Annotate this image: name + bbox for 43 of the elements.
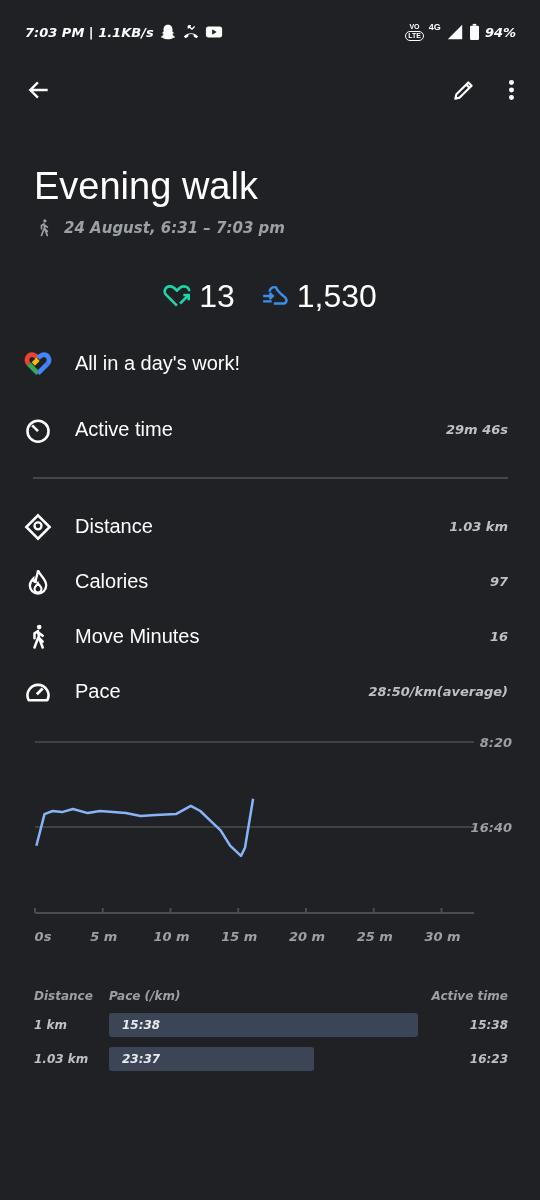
pace-bar: 15:38 [109, 1013, 418, 1037]
signal-icon [445, 23, 464, 41]
x-axis-label: 10 m [153, 929, 190, 943]
activity-date-time: 24 August, 6:31 – 7:03 pm [64, 219, 285, 237]
steps-value: 1,530 [296, 277, 377, 315]
battery-icon [468, 23, 480, 41]
x-axis-label: 15 m [221, 929, 258, 943]
x-axis-label: 0s [34, 929, 52, 943]
column-header: Active time [430, 989, 508, 1003]
battery-percent: 94% [484, 24, 516, 40]
multicolor-heart-icon [24, 349, 52, 378]
pace-bar: 23:37 [109, 1047, 314, 1071]
location-diamond-icon [24, 512, 52, 541]
metric-value: 1.03 km [449, 519, 508, 534]
metric-value: 16 [489, 629, 508, 644]
x-axis-label: 5 m [90, 929, 118, 943]
more-options-icon[interactable] [507, 77, 516, 103]
status-time: 7:03 PM | 1.1KB/s [25, 24, 154, 40]
x-axis-label: 20 m [288, 929, 326, 943]
metric-label: Distance [75, 515, 154, 538]
metric-value: 28:50/km(average) [368, 684, 508, 699]
activity-title: Evening walk [34, 164, 259, 208]
goal-message: All in a day's work! [75, 352, 241, 375]
ghost-icon [158, 23, 177, 41]
column-header: Pace (/km) [109, 989, 182, 1003]
table-cell-text: 1.03 km [34, 1052, 90, 1066]
missed-call-icon [181, 23, 200, 41]
metric-label: Pace [75, 680, 122, 703]
metric-label: Calories [75, 570, 150, 593]
metric-value: 29m 46s [446, 422, 508, 437]
metric-value: 97 [489, 574, 508, 589]
table-cell-text: 15:38 [468, 1018, 508, 1032]
heart-points-value: 13 [199, 277, 235, 315]
metric-label: Active time [75, 418, 174, 441]
table-cell-text: 16:23 [468, 1052, 508, 1066]
x-axis-label: 30 m [424, 929, 461, 943]
metric-label: Move Minutes [75, 625, 201, 648]
table-cell-text: 1 km [34, 1018, 68, 1032]
y-axis-label: 8:20 [479, 735, 512, 750]
y-axis-label: 16:40 [470, 820, 512, 836]
network-label: 4G [428, 22, 441, 32]
column-header: Distance [34, 989, 94, 1003]
x-axis-label: 25 m [356, 929, 393, 943]
